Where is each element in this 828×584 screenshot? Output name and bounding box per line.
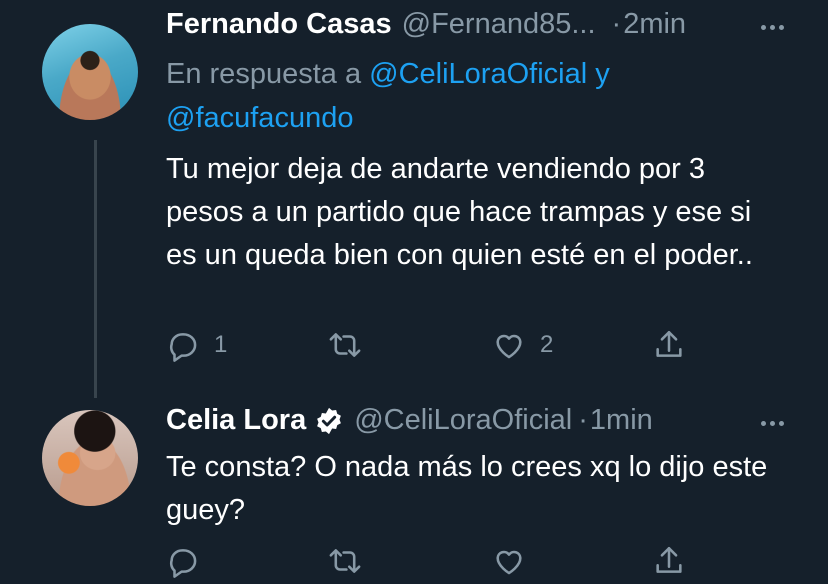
- tweet-text: Tu mejor deja de andarte vendiendo por 3…: [166, 153, 753, 271]
- tweet-actions: 1 2: [166, 328, 706, 368]
- author-handle[interactable]: @CeliLoraOficial: [354, 404, 572, 437]
- reply-icon: [169, 549, 197, 578]
- like-icon: [496, 334, 522, 359]
- tweet-actions: [166, 544, 706, 584]
- reply-button[interactable]: [166, 544, 200, 578]
- timestamp[interactable]: 2min: [623, 8, 686, 41]
- mention-link[interactable]: @CeliLoraOficial: [369, 58, 587, 90]
- reply-icon: [169, 333, 197, 362]
- separator-dot: ·: [611, 8, 622, 40]
- separator-dot: ·: [578, 404, 588, 436]
- avatar[interactable]: [42, 410, 138, 506]
- more-icon[interactable]: [752, 12, 792, 42]
- reply-count: 1: [214, 331, 228, 358]
- like-button[interactable]: [492, 544, 526, 578]
- thread-connector-line: [94, 140, 97, 398]
- reply-button[interactable]: 1: [166, 328, 227, 362]
- retweet-icon: [329, 549, 361, 573]
- share-button[interactable]: [652, 544, 686, 578]
- retweet-icon: [329, 333, 361, 357]
- more-icon[interactable]: [752, 408, 792, 438]
- retweet-button[interactable]: [328, 328, 362, 362]
- like-button[interactable]: 2: [492, 328, 553, 362]
- avatar[interactable]: [42, 24, 138, 120]
- share-icon: [656, 330, 682, 357]
- author-name[interactable]: Fernando Casas: [166, 8, 392, 41]
- timestamp[interactable]: 1min: [590, 404, 653, 437]
- share-icon: [656, 546, 682, 573]
- like-count: 2: [540, 331, 554, 358]
- reply-prefix: En respuesta a: [166, 58, 362, 90]
- tweet-header: Celia Lora @CeliLoraOficial · 1min: [166, 404, 653, 437]
- tweet-header: Fernando Casas @Fernand85... · 2min: [166, 8, 686, 41]
- retweet-button[interactable]: [328, 544, 362, 578]
- author-handle[interactable]: @Fernand85...: [402, 8, 596, 41]
- like-icon: [496, 550, 522, 575]
- share-button[interactable]: [652, 328, 686, 362]
- author-name[interactable]: Celia Lora: [166, 404, 306, 437]
- mention-link[interactable]: @facufacundo: [166, 102, 353, 134]
- reply-and: y: [595, 58, 610, 90]
- reply-context: En respuesta a @CeliLoraOficial y @facuf…: [166, 52, 726, 140]
- tweet-text: Te consta? O nada más lo crees xq lo dij…: [166, 451, 768, 526]
- verified-icon: [317, 407, 342, 434]
